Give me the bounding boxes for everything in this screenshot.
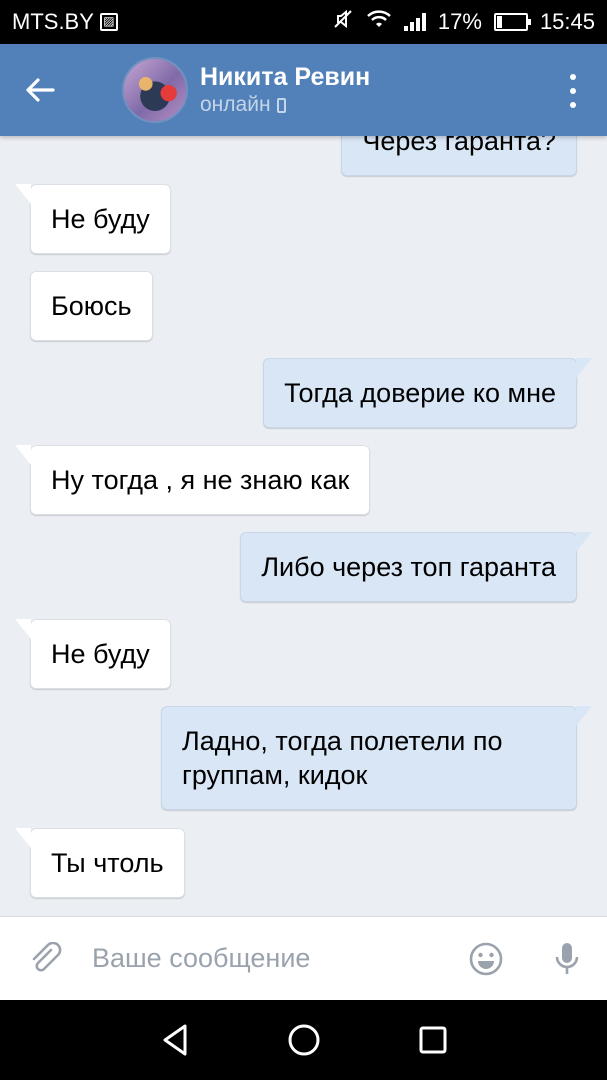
message-incoming[interactable]: Боюсь [30,271,153,341]
contact-info[interactable]: Никита Ревин онлайн [200,62,370,118]
clock: 15:45 [539,9,595,34]
nav-recents-button[interactable] [408,1015,458,1065]
message-input[interactable] [92,916,446,1001]
contact-status: онлайн [200,92,370,118]
contact-name: Никита Ревин [200,63,371,91]
wifi-icon [366,9,392,35]
message-text: Ладно, тогда полетели по группам, кидок [182,726,503,790]
message-incoming[interactable]: Не буду [15,619,171,689]
message-text: Боюсь [51,291,132,321]
message-text: Тогда доверие ко мне [284,378,556,408]
message-outgoing[interactable]: Тогда доверие ко мне [263,358,592,428]
back-button[interactable] [0,44,80,136]
voice-message-button[interactable] [527,917,607,1001]
message-incoming[interactable]: Не буду [15,184,171,254]
status-bar: MTS.BY ▨ 17% 15:45 [0,0,607,44]
more-vertical-icon [570,74,576,80]
battery-icon [493,13,531,31]
emoji-button[interactable] [446,917,527,1001]
message-incoming[interactable]: Ты чтоль [15,828,185,898]
system-nav-bar [0,1000,607,1080]
battery-percent: 17% [437,9,482,34]
mute-icon [332,8,354,36]
message-outgoing[interactable]: Через гаранта? [341,136,577,176]
message-composer [0,916,607,1001]
message-list[interactable]: Через гаранта? Не буду Боюсь Тогда довер… [0,136,607,916]
contact-status-text: онлайн [200,93,271,116]
message-text: Через гаранта? [362,136,556,156]
recents-square-icon [419,1026,446,1054]
sim-icon: ▨ [99,13,118,31]
status-left: MTS.BY ▨ [12,9,118,35]
microphone-icon [555,942,579,974]
mobile-icon [276,97,286,113]
back-arrow-icon [26,78,55,102]
paperclip-icon [32,941,62,972]
status-right: 17% 15:45 [332,8,595,36]
message-text: Не буду [51,639,150,669]
more-menu-button[interactable] [563,74,583,108]
message-text: Ну тогда , я не знаю как [51,465,350,495]
signal-icon [403,13,426,31]
message-text: Ты чтоль [51,848,164,878]
nav-home-button[interactable] [279,1015,329,1065]
message-incoming[interactable]: Ну тогда , я не знаю как [14,445,371,515]
emoji-icon [469,942,503,975]
message-outgoing[interactable]: Либо через топ гаранта [240,532,592,602]
message-text: Либо через топ гаранта [261,552,556,582]
avatar[interactable] [122,57,188,123]
chat-header: Никита Ревин онлайн [0,44,607,136]
home-circle-icon [288,1024,319,1056]
carrier-name: MTS.BY [12,9,94,34]
message-text: Не буду [51,204,150,234]
back-triangle-icon [163,1024,186,1056]
nav-back-button[interactable] [150,1015,200,1065]
attach-button[interactable] [0,917,92,1001]
message-outgoing[interactable]: Ладно, тогда полетели по группам, кидок [161,706,592,810]
